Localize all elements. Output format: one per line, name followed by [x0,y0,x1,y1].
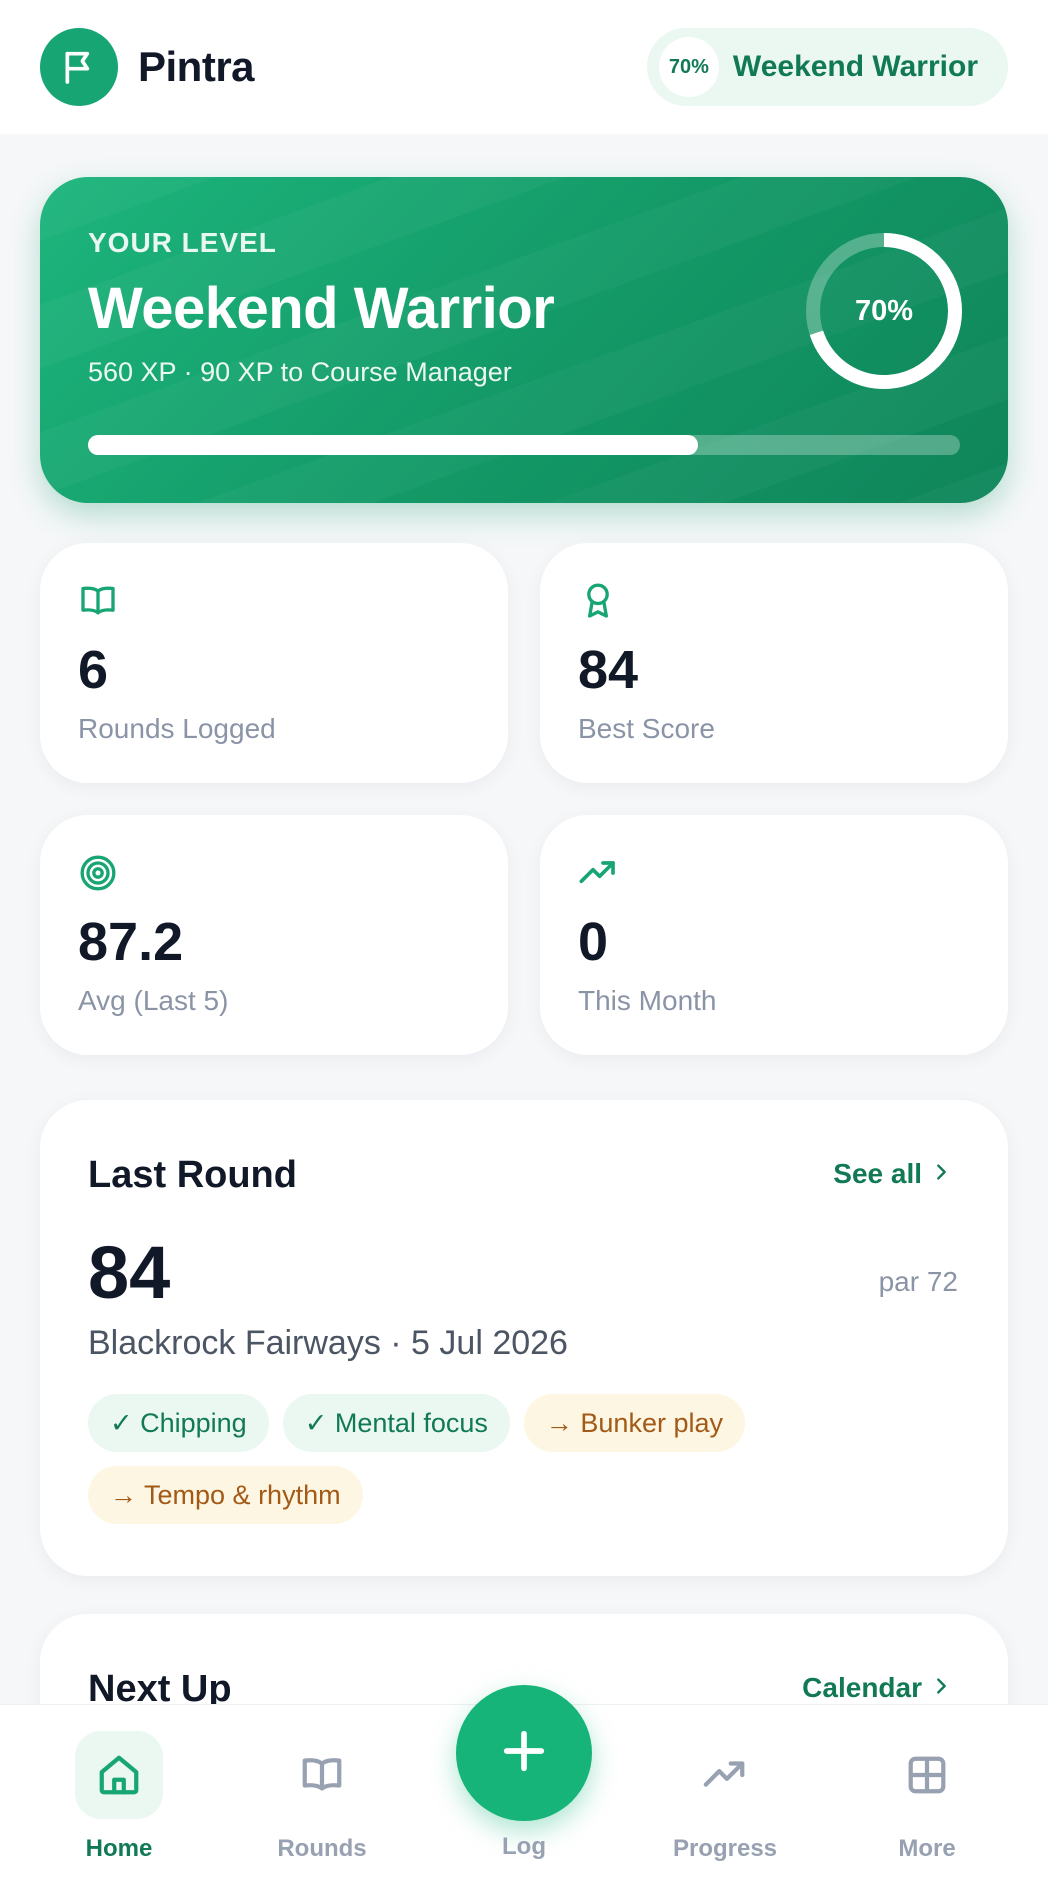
brand[interactable]: Pintra [40,28,255,106]
nav-home[interactable]: Home [44,1731,194,1863]
stat-value: 87.2 [78,912,184,972]
level-eyebrow: YOUR LEVEL [88,227,277,258]
stat-card-average[interactable]: 87.2 Avg (Last 5) [40,815,508,1055]
level-pill-name: Weekend Warrior [732,50,978,83]
level-xp-subtitle: 560 XP · 90 XP to Course Manager [88,357,512,387]
plus-icon [498,1725,550,1782]
log-round-button[interactable] [456,1685,592,1821]
stat-label: Rounds Logged [78,713,276,744]
stat-card-rounds-logged[interactable]: 6 Rounds Logged [40,543,508,783]
stat-card-best-score[interactable]: 84 Best Score [540,543,1008,783]
stat-label: Best Score [578,713,715,744]
chevron-right-icon [930,1672,952,1704]
app-header: Pintra 70% Weekend Warrior [0,0,1048,134]
trending-up-icon [681,1731,769,1819]
calendar-link-label: Calendar [802,1672,922,1703]
level-card[interactable]: YOUR LEVEL Weekend Warrior 560 XP · 90 X… [40,177,1008,503]
stat-value: 84 [578,640,639,700]
flag-logo-icon [40,28,118,106]
trending-up-icon [578,853,618,893]
nav-more[interactable]: More [852,1731,1002,1863]
focus-chips: ✓ Chipping ✓ Mental focus → Bunker play … [88,1394,928,1524]
chip-bunker-play[interactable]: → Bunker play [523,1394,745,1452]
last-round-card[interactable]: Last Round See all 84 par 72 Blackrock F… [40,1100,1008,1576]
level-ring-label: 70% [854,294,914,327]
award-icon [578,581,618,621]
level-progress-fill [88,435,699,455]
nav-progress[interactable]: Progress [650,1731,800,1863]
chip-mental-focus[interactable]: ✓ Mental focus [282,1394,510,1452]
calendar-link[interactable]: Calendar [802,1672,952,1704]
nav-home-label: Home [85,1835,153,1862]
nav-rounds[interactable]: Rounds [247,1731,397,1863]
last-round-par: par 72 [878,1266,958,1297]
level-pill-percent: 70% [658,37,719,97]
book-icon [78,581,118,621]
nav-progress-label: Progress [672,1835,778,1862]
see-all-link[interactable]: See all [833,1158,952,1190]
chip-tempo-rhythm[interactable]: → Tempo & rhythm [88,1466,363,1524]
nav-rounds-label: Rounds [277,1835,367,1862]
stat-value: 0 [578,912,609,972]
stat-label: This Month [578,985,717,1016]
book-icon [278,1731,366,1819]
stat-label: Avg (Last 5) [78,985,229,1016]
chip-chipping[interactable]: ✓ Chipping [88,1394,269,1452]
home-icon [75,1731,163,1819]
chevron-right-icon [930,1158,952,1190]
nav-more-label: More [898,1835,956,1862]
brand-name: Pintra [138,43,255,90]
level-progress-bar [88,435,960,455]
level-title: Weekend Warrior [88,276,555,341]
last-round-score: 84 [88,1231,171,1314]
last-round-title: Last Round [88,1154,297,1196]
grid-icon [883,1731,971,1819]
target-icon [78,853,118,893]
level-pill[interactable]: 70% Weekend Warrior [646,28,1008,106]
stat-value: 6 [78,640,109,700]
bottom-nav: Home Rounds Log Progress More [0,1685,1048,1903]
nav-log-label: Log [502,1833,546,1860]
stat-card-this-month[interactable]: 0 This Month [540,815,1008,1055]
last-round-course-date: Blackrock Fairways · 5 Jul 2026 [88,1324,568,1362]
see-all-label: See all [833,1158,922,1189]
